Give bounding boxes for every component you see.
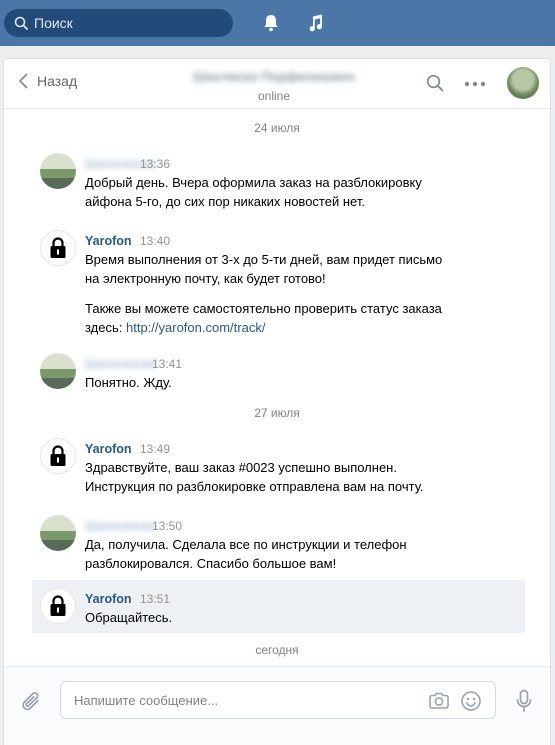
music-icon[interactable] <box>305 12 327 34</box>
message-text: Понятно. Жду. <box>85 375 172 390</box>
message-text: айфона 5-го, до сих пор никаких новостей… <box>85 194 365 209</box>
message-item[interactable]: Шалоскоска 13:41 Понятно. Жду. <box>4 353 550 393</box>
message-composer: Напишите сообщение... <box>4 666 550 745</box>
search-icon[interactable] <box>426 74 444 92</box>
search-input[interactable]: Поиск <box>4 9 233 37</box>
date-divider: сегодня <box>255 643 299 657</box>
search-icon <box>14 16 28 30</box>
message-author[interactable]: Шалоскоска <box>85 357 156 371</box>
contact-name: Шахлиско Перфилишкно <box>192 69 356 84</box>
message-text: Обращайтесь. <box>85 610 173 625</box>
date-divider: 24 июля <box>254 121 300 135</box>
microphone-icon[interactable] <box>516 689 532 713</box>
message-item-selected[interactable]: Yarofon 13:51 Обращайтесь. <box>32 580 525 633</box>
message-text: Добрый день. Вчера оформила заказ на раз… <box>85 175 422 190</box>
back-label: Назад <box>37 73 78 89</box>
avatar[interactable] <box>40 515 76 551</box>
message-history: 24 июля Шалоскоска 13:36 Добрый день. Вч… <box>4 110 550 666</box>
message-text: Здравствуйте, ваш заказ #0023 успешно вы… <box>85 460 397 475</box>
message-item[interactable]: Шалоскоска 13:36 Добрый день. Вчера офор… <box>4 153 550 223</box>
message-time: 13:49 <box>140 442 171 456</box>
message-text: разблокировался. Спасибо большое вам! <box>85 556 337 571</box>
message-text-prefix: здесь: <box>85 320 126 335</box>
message-time: 13:41 <box>152 357 183 371</box>
top-bar: Поиск <box>0 0 555 46</box>
message-time: 13:51 <box>140 592 171 606</box>
message-input[interactable]: Напишите сообщение... <box>60 681 496 719</box>
search-placeholder: Поиск <box>34 15 73 31</box>
message-text: на электронную почту, как будет готово! <box>85 271 326 286</box>
track-link[interactable]: http://yarofon.com/track/ <box>126 320 265 335</box>
date-divider: 27 июля <box>254 406 300 420</box>
message-time: 13:50 <box>152 519 183 533</box>
bell-icon[interactable] <box>260 12 282 34</box>
message-author[interactable]: Yarofon <box>85 592 132 606</box>
message-text: Время выполнения от 3-х до 5-ти дней, ва… <box>85 252 443 267</box>
message-text: Да, получила. Сделала все по инструкции … <box>85 537 407 552</box>
message-text: здесь: http://yarofon.com/track/ <box>85 318 485 337</box>
contact-avatar[interactable] <box>507 67 539 99</box>
more-icon[interactable] <box>464 81 486 87</box>
message-item[interactable]: Шалоскоска 13:50 Да, получила. Сделала в… <box>4 515 550 585</box>
avatar[interactable] <box>40 153 76 189</box>
avatar[interactable] <box>40 588 76 624</box>
emoji-icon[interactable] <box>460 690 482 712</box>
lock-icon <box>50 445 66 466</box>
lock-icon <box>50 237 66 258</box>
message-author[interactable]: Yarofon <box>85 234 132 248</box>
message-text: Также вы можете самостоятельно проверить… <box>85 301 442 316</box>
message-text: Инструкция по разблокировке отправлена в… <box>85 479 424 494</box>
back-button[interactable]: Назад <box>18 73 77 89</box>
paperclip-icon[interactable] <box>21 690 43 714</box>
chevron-left-icon <box>19 73 28 89</box>
avatar[interactable] <box>40 230 76 266</box>
message-author[interactable]: Шалоскоска <box>85 519 156 533</box>
contact-status: online <box>257 89 291 103</box>
message-item[interactable]: Yarofon 13:40 Время выполнения от 3-х до… <box>4 230 550 340</box>
message-time: 13:36 <box>140 157 171 171</box>
avatar[interactable] <box>40 438 76 474</box>
lock-icon <box>50 595 66 616</box>
chat-title[interactable]: Шахлиско Перфилишкно online <box>184 69 364 103</box>
message-author[interactable]: Yarofon <box>85 442 132 456</box>
avatar[interactable] <box>40 353 76 389</box>
message-time: 13:40 <box>140 234 171 248</box>
chat-header: Назад Шахлиско Перфилишкно online <box>4 59 550 109</box>
message-item[interactable]: Yarofon 13:49 Здравствуйте, ваш заказ #0… <box>4 438 550 508</box>
chat-panel: Назад Шахлиско Перфилишкно online 24 июл… <box>3 58 551 745</box>
message-input-placeholder: Напишите сообщение... <box>74 693 219 708</box>
camera-icon[interactable] <box>428 691 450 711</box>
